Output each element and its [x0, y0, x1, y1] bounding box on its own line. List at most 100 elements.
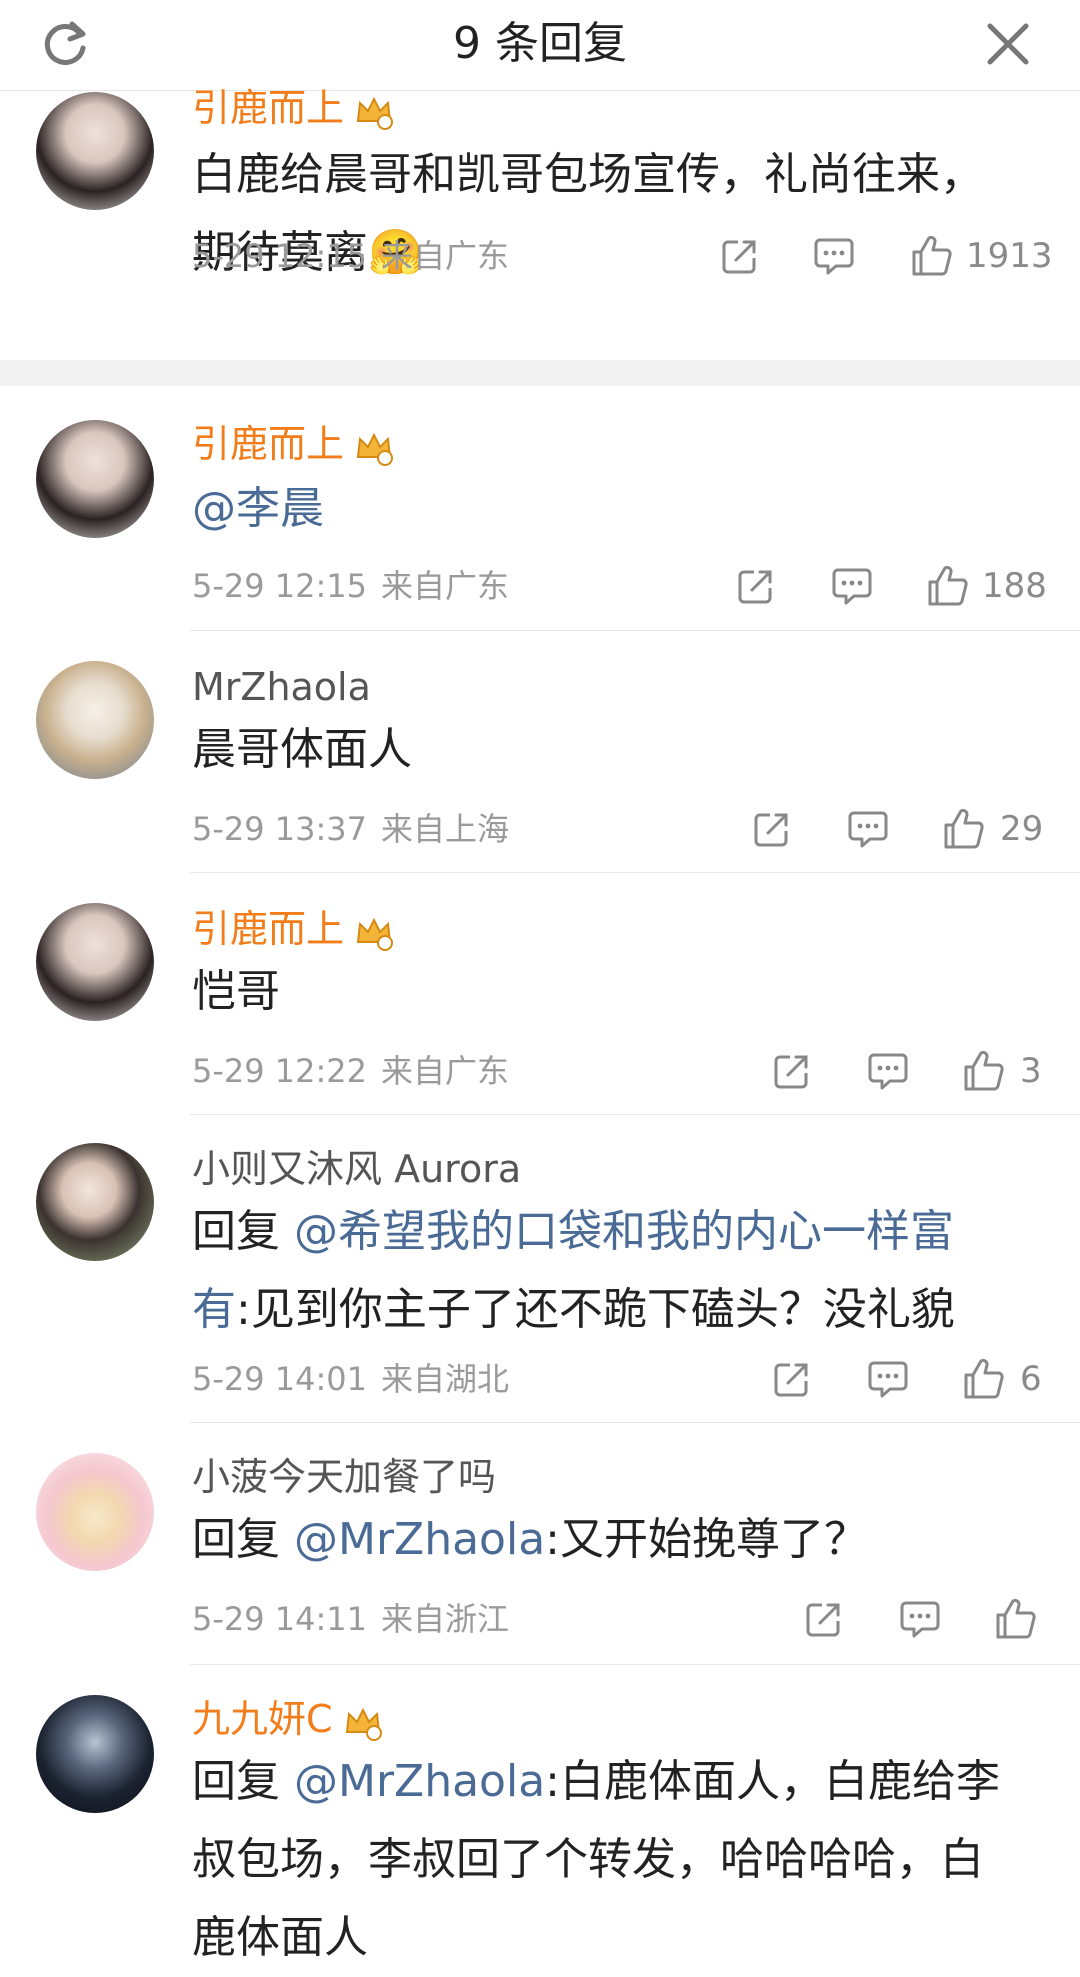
comment-button[interactable]	[830, 564, 874, 608]
thumbs-up-icon	[996, 1598, 1036, 1639]
comment-item: 引鹿而上 恺哥 5-29 12:22 来自广东 3	[0, 873, 1080, 1113]
comment-button[interactable]	[812, 234, 856, 278]
comment-item: 引鹿而上 白鹿给晨哥和凯哥包场宣传，礼尚往来，期待莫离🤗 5-29 12:15 来…	[0, 70, 1080, 360]
comment-item: 引鹿而上 @李晨 5-29 12:15 来自广东 188	[0, 386, 1080, 630]
mention-link[interactable]: @李晨	[192, 483, 324, 534]
comment-text: @李晨	[192, 470, 1010, 548]
comment-date: 5-29 12:15	[192, 237, 368, 275]
like-button[interactable]	[962, 1049, 1006, 1093]
like-button[interactable]	[962, 1357, 1006, 1401]
vip-crown-icon	[356, 432, 394, 466]
share-icon	[754, 813, 788, 847]
avatar[interactable]	[36, 1695, 154, 1813]
avatar[interactable]	[36, 661, 154, 779]
like-count: 3	[1020, 1051, 1042, 1091]
share-icon	[806, 1603, 840, 1637]
comment-text: 回复 @希望我的口袋和我的内心一样富有:见到你主子了还不跪下磕头？没礼貌	[192, 1193, 1010, 1349]
thumbs-up-icon	[912, 235, 952, 276]
username[interactable]: 九九妍C	[192, 1695, 383, 1743]
avatar[interactable]	[36, 903, 154, 1021]
comment-body: :又开始挽尊了？	[545, 1514, 868, 1565]
comment-body: 晨哥体面人	[192, 724, 412, 775]
close-icon[interactable]	[978, 14, 1038, 74]
like-count: 188	[982, 566, 1047, 606]
comment-body: :见到你主子了还不跪下磕头？没礼貌	[236, 1284, 955, 1335]
reply-prefix: 回复	[192, 1206, 294, 1257]
like-count: 29	[1000, 809, 1044, 849]
comment-button[interactable]	[866, 1049, 910, 1093]
comment-location: 来自广东	[381, 1052, 510, 1090]
comment-text: 恺哥	[192, 953, 1010, 1031]
comment-button[interactable]	[866, 1357, 910, 1401]
comment-location: 来自上海	[381, 810, 510, 848]
comment-date: 5-29 14:01	[192, 1360, 368, 1398]
comment-icon	[832, 568, 872, 605]
comment-date: 5-29 12:15	[192, 567, 368, 605]
comment-text: 晨哥体面人	[192, 711, 1010, 789]
comment-date: 5-29 13:37	[192, 810, 368, 848]
username[interactable]: 引鹿而上	[192, 84, 394, 132]
reply-prefix: 回复	[192, 1514, 294, 1565]
like-count: 1913	[966, 236, 1053, 276]
username[interactable]: MrZhaola	[192, 663, 371, 711]
share-button[interactable]	[718, 234, 762, 278]
comment-date: 5-29 14:11	[192, 1600, 368, 1638]
comment-item: 小则又沐风 Aurora 回复 @希望我的口袋和我的内心一样富有:见到你主子了还…	[0, 1115, 1080, 1421]
comment-meta: 5-29 12:22 来自广东	[192, 1051, 509, 1091]
thumbs-up-icon	[964, 1050, 1004, 1091]
comment-meta: 5-29 14:01 来自湖北	[192, 1359, 509, 1399]
avatar[interactable]	[36, 420, 154, 538]
mention-link[interactable]: @MrZhaola	[294, 1514, 545, 1565]
username[interactable]: 引鹿而上	[192, 905, 394, 953]
comment-icon	[868, 1361, 908, 1398]
comment-location: 来自广东	[381, 567, 510, 605]
avatar[interactable]	[36, 92, 154, 210]
comment-date: 5-29 12:22	[192, 1052, 368, 1090]
comment-icon	[868, 1053, 908, 1090]
comment-icon	[848, 811, 888, 848]
share-button[interactable]	[770, 1357, 814, 1401]
username[interactable]: 小则又沐风 Aurora	[192, 1145, 521, 1193]
username-text[interactable]: 引鹿而上	[192, 422, 344, 466]
username-text[interactable]: 九九妍C	[192, 1697, 333, 1741]
share-icon	[774, 1363, 808, 1397]
page-title: 9 条回复	[453, 18, 627, 69]
username[interactable]: 小菠今天加餐了吗	[192, 1453, 496, 1501]
comment-button[interactable]	[846, 807, 890, 851]
share-button[interactable]	[770, 1049, 814, 1093]
mention-link[interactable]: @MrZhaola	[294, 1756, 545, 1807]
reply-prefix: 回复	[192, 1756, 294, 1807]
avatar[interactable]	[36, 1143, 154, 1261]
avatar[interactable]	[36, 1453, 154, 1571]
share-button[interactable]	[750, 807, 794, 851]
comment-item: 小菠今天加餐了吗 回复 @MrZhaola:又开始挽尊了？ 5-29 14:11…	[0, 1423, 1080, 1663]
share-icon	[774, 1055, 808, 1089]
share-icon	[722, 240, 756, 274]
comment-meta: 5-29 14:11 来自浙江	[192, 1599, 509, 1639]
comment-item: 九九妍C 回复 @MrZhaola:白鹿体面人，白鹿给李叔包场，李叔回了个转发，…	[0, 1665, 1080, 1963]
comment-text: 回复 @MrZhaola:又开始挽尊了？	[192, 1501, 1010, 1579]
comment-location: 来自广东	[381, 237, 510, 275]
comment-button[interactable]	[898, 1597, 942, 1641]
share-button[interactable]	[802, 1597, 846, 1641]
username-text[interactable]: 小菠今天加餐了吗	[192, 1455, 496, 1499]
username-text[interactable]: 引鹿而上	[192, 86, 344, 130]
comment-meta: 5-29 12:15 来自广东	[192, 566, 509, 606]
comment-meta: 5-29 13:37 来自上海	[192, 809, 509, 849]
like-button[interactable]	[910, 234, 954, 278]
username-text[interactable]: 引鹿而上	[192, 907, 344, 951]
username[interactable]: 引鹿而上	[192, 420, 394, 468]
like-button[interactable]	[994, 1597, 1038, 1641]
vip-crown-icon	[356, 917, 394, 951]
username-text[interactable]: MrZhaola	[192, 665, 371, 709]
like-button[interactable]	[942, 807, 986, 851]
comment-item: MrZhaola 晨哥体面人 5-29 13:37 来自上海 29	[0, 631, 1080, 871]
comment-icon	[900, 1601, 940, 1638]
vip-crown-icon	[345, 1707, 382, 1741]
thumbs-up-icon	[944, 808, 984, 849]
share-button[interactable]	[734, 564, 778, 608]
thumbs-up-icon	[964, 1358, 1004, 1399]
like-button[interactable]	[926, 564, 970, 608]
comment-icon	[814, 238, 854, 275]
username-text[interactable]: 小则又沐风 Aurora	[192, 1147, 521, 1191]
